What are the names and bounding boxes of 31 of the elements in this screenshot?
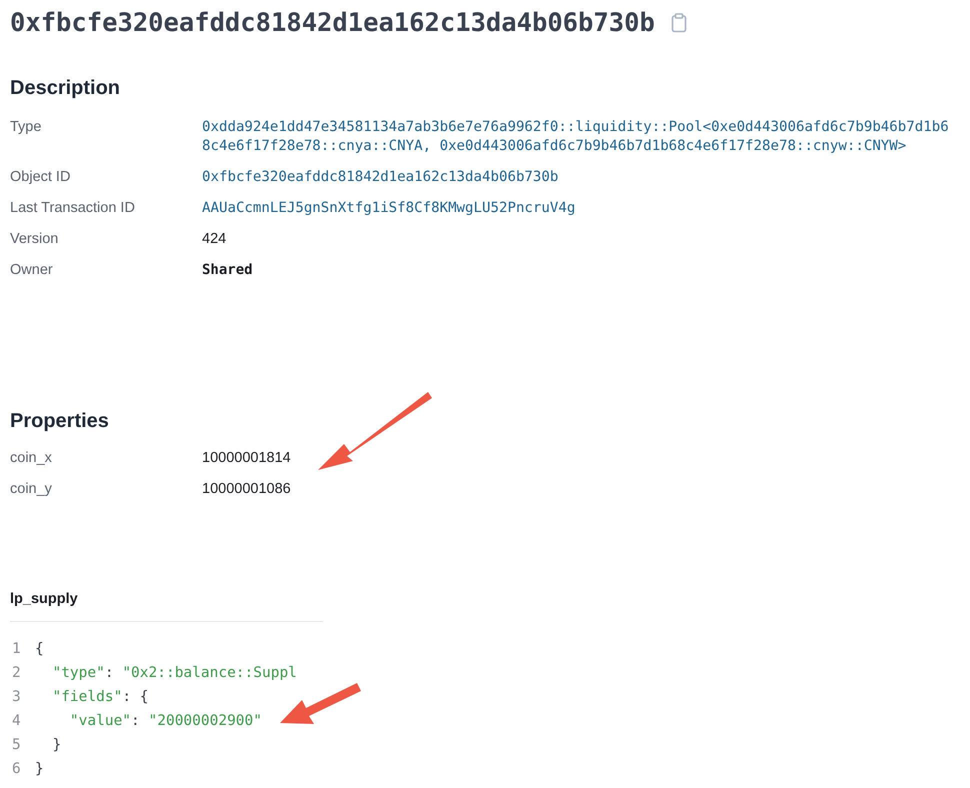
field-value: 424 <box>202 230 226 250</box>
line-number: 2 <box>12 664 22 683</box>
line-number: 5 <box>12 736 22 755</box>
object-id-title: 0xfbcfe320eafddc81842d1ea162c13da4b06b730b <box>10 7 655 40</box>
code-line: } <box>35 760 44 779</box>
copy-icon[interactable] <box>670 13 687 34</box>
field-link[interactable]: 0xfbcfe320eafddc81842d1ea162c13da4b06b730b <box>202 168 558 188</box>
code-line: "fields": { <box>51 688 149 707</box>
code-line: "type": "0x2::balance::Suppl <box>51 664 297 683</box>
code-line: } <box>51 736 62 755</box>
field-link[interactable]: 0xdda924e1dd47e34581134a7ab3b6e7e76a9962f0::liquidity::Pool<0xe0d443006afd6c7b9b46b7d1b68c4e6f17f28e78::cnya::CNYA, 0xe0d443006afd6c7b9b46b7d1b68c4e6f17f28e78::cnyw::CNYW> <box>202 118 954 156</box>
field-label: coin_y <box>10 480 53 500</box>
line-number: 1 <box>12 640 22 659</box>
field-label: Object ID <box>10 168 72 188</box>
field-label: Type <box>10 118 42 138</box>
field-label: Version <box>10 230 60 250</box>
field-label: coin_x <box>10 449 53 468</box>
code-line: "value": "20000002900" <box>68 712 262 731</box>
field-label: Owner <box>10 261 54 280</box>
section-heading: Properties <box>10 409 110 434</box>
field-link[interactable]: AAUaCcmnLEJ5gnSnXtfg1iSf8Cf8KMwgLU52PncruV4g <box>202 199 576 218</box>
code-line: { <box>35 640 44 659</box>
field-value: 10000001086 <box>202 480 291 500</box>
field-value: Shared <box>202 261 253 280</box>
line-number: 6 <box>12 760 22 779</box>
line-number: 4 <box>12 712 22 731</box>
field-label: Last Transaction ID <box>10 199 136 218</box>
section-heading: Description <box>10 76 122 100</box>
line-number: 3 <box>12 688 22 707</box>
field-value: 10000001814 <box>202 449 291 468</box>
field-heading: lp_supply <box>10 589 323 622</box>
